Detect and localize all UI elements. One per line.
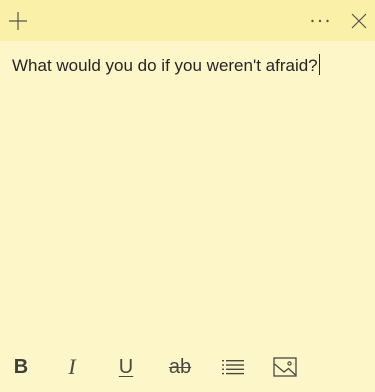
plus-icon bbox=[9, 11, 27, 30]
bullet-list-icon bbox=[222, 360, 244, 375]
strikethrough-button[interactable]: ab bbox=[163, 348, 197, 386]
underline-button[interactable]: U bbox=[109, 348, 143, 386]
note-text: What would you do if you weren't afraid? bbox=[12, 56, 318, 75]
image-icon bbox=[273, 357, 297, 377]
title-bar bbox=[0, 0, 375, 41]
sticky-note-window: What would you do if you weren't afraid?… bbox=[0, 0, 375, 392]
italic-label: I bbox=[68, 354, 76, 379]
more-options-button[interactable] bbox=[302, 0, 338, 41]
formatting-toolbar: B I U ab bbox=[0, 348, 375, 386]
new-note-button[interactable] bbox=[0, 0, 36, 41]
bold-button[interactable]: B bbox=[4, 348, 38, 386]
italic-button[interactable]: I bbox=[55, 348, 89, 386]
strikethrough-label: ab bbox=[168, 356, 192, 378]
close-button[interactable] bbox=[342, 0, 375, 41]
ellipsis-icon bbox=[311, 19, 329, 22]
underline-label: U bbox=[118, 356, 134, 378]
close-icon bbox=[351, 13, 366, 28]
note-editor[interactable]: What would you do if you weren't afraid? bbox=[12, 52, 362, 312]
insert-image-button[interactable] bbox=[268, 348, 302, 386]
bold-label: B bbox=[13, 356, 29, 378]
text-caret bbox=[318, 54, 320, 75]
bullet-list-button[interactable] bbox=[216, 348, 250, 386]
